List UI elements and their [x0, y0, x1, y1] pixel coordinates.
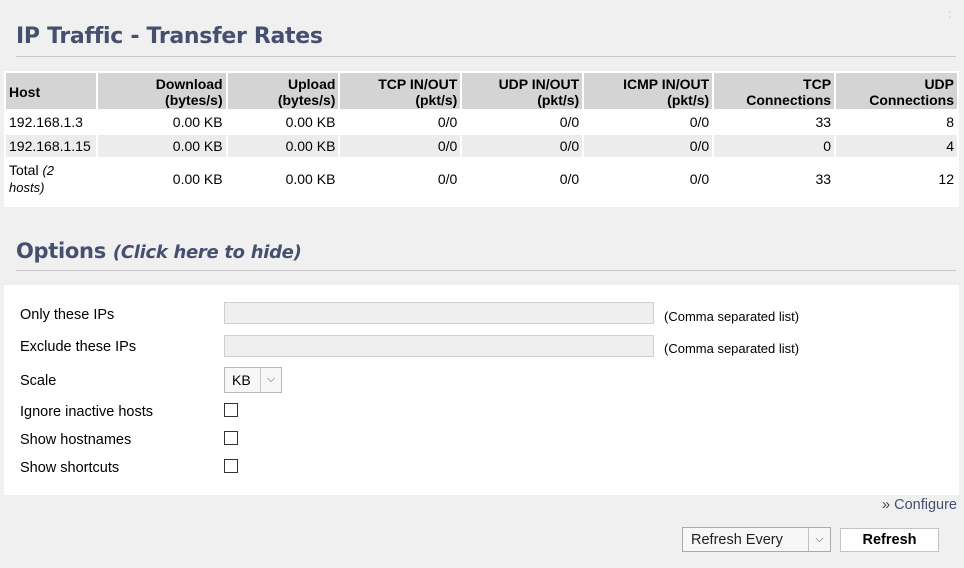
scale-label: Scale — [20, 373, 57, 389]
icmp-cell: 0/0 — [584, 135, 713, 157]
double-chevron-right-icon: » — [882, 497, 891, 513]
tcp-connections-cell: 0 — [714, 135, 835, 157]
ignore-inactive-checkbox[interactable] — [224, 403, 238, 417]
options-divider — [16, 270, 956, 271]
refresh-every-select[interactable]: Refresh Every ⌵ — [682, 527, 831, 552]
upload-cell: 0.00 KB — [285, 114, 336, 130]
options-title: Options — [16, 239, 106, 263]
upload-cell: 0.00 KB — [227, 135, 339, 157]
chevron-down-icon: ⌵ — [260, 368, 281, 392]
hide-options-link[interactable]: (Click here to hide) — [113, 242, 302, 263]
host-cell: 192.168.1.3 — [9, 114, 83, 130]
total-udp-connections-cell: 12 — [938, 171, 954, 187]
icmp-cell: 0/0 — [689, 114, 710, 130]
column-header-upload[interactable]: Upload (bytes/s) — [227, 73, 339, 109]
udp-cell: 0/0 — [559, 114, 580, 130]
refresh-button[interactable]: Refresh — [840, 528, 939, 552]
scale-select[interactable]: KB ⌵ — [224, 367, 282, 393]
only-ips-input[interactable] — [224, 302, 654, 324]
total-download-cell: 0.00 KB — [172, 171, 223, 187]
total-upload-cell: 0.00 KB — [285, 171, 336, 187]
ignore-inactive-label: Ignore inactive hosts — [20, 404, 153, 420]
configure-link[interactable]: Configure — [894, 497, 957, 513]
tcp-connections-cell: 33 — [815, 114, 832, 130]
total-icmp-cell: 0/0 — [689, 171, 710, 187]
exclude-ips-hint: (Comma separated list) — [664, 341, 800, 356]
kebab-menu-icon[interactable]: · · — [948, 7, 952, 23]
udp-connections-cell: 4 — [836, 135, 957, 157]
download-cell: 0.00 KB — [97, 135, 226, 157]
traffic-table: Host Download (bytes/s) Upload (bytes/s) T… — [4, 71, 959, 201]
configure-row: » Configure — [882, 497, 957, 513]
udp-connections-cell: 8 — [946, 114, 954, 130]
column-header-tcp-in-out[interactable]: TCP IN/OUT (pkt/s) — [340, 73, 461, 109]
total-row: Total (2 hosts) 0.00 KB 0.00 KB 0/0 0/0 … — [6, 159, 957, 199]
show-shortcuts-label: Show shortcuts — [20, 460, 120, 476]
show-hostnames-label: Show hostnames — [20, 432, 132, 448]
traffic-table-container: Host Download (bytes/s) Upload (bytes/s) T… — [4, 71, 959, 207]
total-udp-cell: 0/0 — [559, 171, 580, 187]
only-ips-hint: (Comma separated list) — [664, 309, 800, 324]
tcp-cell: 0/0 — [437, 114, 458, 130]
table-header-row: Host Download (bytes/s) Upload (bytes/s) T… — [6, 73, 957, 109]
column-header-icmp-in-out[interactable]: ICMP IN/OUT (pkt/s) — [584, 73, 713, 109]
column-header-tcp-connections[interactable]: TCP Connections — [714, 73, 835, 109]
title-divider — [16, 56, 956, 57]
column-header-udp-connections[interactable]: UDP Connections — [836, 73, 957, 109]
total-label: Total — [9, 162, 39, 178]
only-ips-label: Only these IPs — [20, 307, 115, 323]
refresh-every-value: Refresh Every — [691, 532, 783, 548]
column-header-udp-in-out[interactable]: UDP IN/OUT (pkt/s) — [462, 73, 583, 109]
total-tcp-cell: 0/0 — [437, 171, 458, 187]
total-label-cell: Total (2 hosts) — [6, 159, 96, 199]
udp-cell: 0/0 — [462, 135, 583, 157]
scale-value: KB — [232, 372, 251, 388]
column-header-host[interactable]: Host — [6, 73, 96, 109]
options-heading: Options (Click here to hide) — [16, 239, 302, 263]
show-shortcuts-checkbox[interactable] — [224, 459, 238, 473]
download-cell: 0.00 KB — [172, 114, 223, 130]
exclude-ips-label: Exclude these IPs — [20, 339, 137, 355]
show-hostnames-checkbox[interactable] — [224, 431, 238, 445]
table-row: 192.168.1.3 0.00 KB 0.00 KB 0/0 0/0 0/0 … — [6, 111, 957, 133]
tcp-cell: 0/0 — [340, 135, 461, 157]
page-title: IP Traffic - Transfer Rates — [16, 24, 323, 49]
options-panel: Only these IPs (Comma separated list) Ex… — [4, 285, 959, 495]
exclude-ips-input[interactable] — [224, 335, 654, 357]
table-row: 192.168.1.15 0.00 KB 0.00 KB 0/0 0/0 0/0… — [6, 135, 957, 157]
column-header-download[interactable]: Download (bytes/s) — [97, 73, 226, 109]
total-tcp-connections-cell: 33 — [815, 171, 832, 187]
chevron-down-icon: ⌵ — [808, 528, 830, 551]
host-cell: 192.168.1.15 — [6, 135, 96, 157]
